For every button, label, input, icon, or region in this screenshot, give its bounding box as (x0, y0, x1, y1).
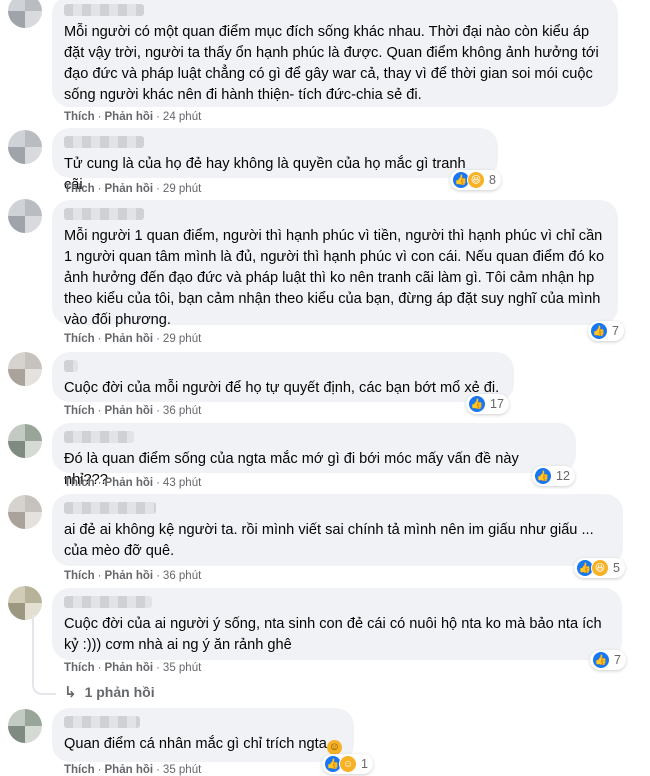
smile-icon: ☺ (339, 755, 357, 773)
comment-bubble: Mỗi người 1 quan điểm, người thì hạnh ph… (52, 200, 618, 328)
timestamp[interactable]: 24 phút (163, 111, 201, 123)
avatar[interactable] (8, 709, 42, 743)
haha-icon: 😆 (591, 559, 609, 577)
like-icon: 👍 (534, 467, 552, 485)
reaction-summary[interactable]: 👍 7 (588, 321, 624, 341)
reaction-summary[interactable]: 👍 ☺ 1 (322, 754, 373, 774)
like-link[interactable]: Thích (64, 333, 95, 345)
like-link[interactable]: Thích (64, 662, 95, 674)
avatar[interactable] (8, 352, 42, 386)
author-name-blurred[interactable] (64, 716, 140, 728)
avatar[interactable] (8, 130, 42, 164)
comment-actions: Thích · Phản hồi · 43 phút (64, 477, 202, 489)
like-link[interactable]: Thích (64, 477, 95, 489)
view-replies-link[interactable]: ↳ 1 phản hồi (64, 683, 155, 701)
reply-link[interactable]: Phản hồi (105, 764, 154, 776)
comment-actions: Thích · Phản hồi · 24 phút (64, 111, 202, 123)
reaction-count: 17 (490, 397, 504, 411)
smile-emoji-icon: ☺ (326, 740, 342, 755)
reaction-count: 5 (613, 561, 620, 575)
reply-link[interactable]: Phản hồi (105, 183, 154, 195)
like-link[interactable]: Thích (64, 764, 95, 776)
author-name-blurred[interactable] (64, 208, 144, 220)
author-name-blurred[interactable] (64, 4, 144, 16)
reaction-summary[interactable]: 👍 😆 5 (574, 558, 625, 578)
author-name-blurred[interactable] (64, 596, 152, 608)
timestamp[interactable]: 29 phút (163, 333, 201, 345)
comment-text: Cuộc đời của ai người ý sống, nta sinh c… (64, 616, 606, 653)
comment-bubble: Cuộc đời của mỗi người để họ tự quyết đị… (52, 352, 514, 402)
comment-bubble: Tử cung là của họ đẻ hay không là quyền … (52, 128, 498, 193)
avatar[interactable] (8, 0, 42, 28)
author-name-blurred[interactable] (64, 136, 144, 148)
avatar[interactable] (8, 424, 42, 458)
comment-text: Mỗi người 1 quan điểm, người thì hạnh ph… (64, 228, 609, 328)
reply-link[interactable]: Phản hồi (105, 333, 154, 345)
reaction-count: 7 (612, 324, 619, 338)
timestamp[interactable]: 36 phút (163, 405, 201, 417)
reply-link[interactable]: Phản hồi (105, 662, 154, 674)
timestamp[interactable]: 43 phút (163, 477, 201, 489)
comment-text: ai đẻ ai không kệ người ta. rồi mình viế… (64, 522, 598, 559)
like-link[interactable]: Thích (64, 570, 95, 582)
reaction-count: 7 (614, 653, 621, 667)
reply-link[interactable]: Phản hồi (105, 405, 154, 417)
reaction-count: 12 (556, 469, 570, 483)
comment-text: Quan điểm cá nhân mắc gì chỉ trích ngta ☺ (64, 736, 342, 755)
comment-bubble: Đó là quan điểm sống của ngta mắc mớ gì … (52, 423, 576, 488)
reaction-count: 8 (489, 173, 496, 187)
comment-text: Cuộc đời của mỗi người để họ tự quyết đị… (64, 380, 500, 396)
comment-actions: Thích · Phản hồi · 35 phút (64, 662, 202, 674)
reaction-summary[interactable]: 👍 7 (590, 650, 626, 670)
comment-actions: Thích · Phản hồi · 35 phút (64, 764, 202, 776)
reaction-summary[interactable]: 👍 12 (532, 466, 575, 486)
reaction-count: 1 (361, 757, 368, 771)
reply-link[interactable]: Phản hồi (105, 477, 154, 489)
author-name-blurred[interactable] (64, 502, 156, 514)
avatar[interactable] (8, 199, 42, 233)
comment-actions: Thích · Phản hồi · 29 phút (64, 333, 202, 345)
comment-bubble: Mỗi người có một quan điểm mục đích sống… (52, 0, 618, 107)
reply-link[interactable]: Phản hồi (105, 570, 154, 582)
avatar[interactable] (8, 495, 42, 529)
comment-actions: Thích · Phản hồi · 36 phút (64, 405, 202, 417)
comment-bubble: Quan điểm cá nhân mắc gì chỉ trích ngta ☺ (52, 708, 354, 762)
like-link[interactable]: Thích (64, 111, 95, 123)
comment-actions: Thích · Phản hồi · 29 phút (64, 183, 202, 195)
reaction-summary[interactable]: 👍 17 (466, 394, 509, 414)
timestamp[interactable]: 35 phút (163, 764, 201, 776)
like-link[interactable]: Thích (64, 183, 95, 195)
reply-arrow-icon: ↳ (64, 684, 77, 701)
like-icon: 👍 (592, 651, 610, 669)
replies-count-label: 1 phản hồi (84, 684, 155, 700)
comment-bubble: Cuộc đời của ai người ý sống, nta sinh c… (52, 588, 622, 660)
timestamp[interactable]: 36 phút (163, 570, 201, 582)
comment-actions: Thích · Phản hồi · 36 phút (64, 570, 202, 582)
haha-icon: 😆 (467, 171, 485, 189)
comment-text: Mỗi người có một quan điểm mục đích sống… (64, 24, 603, 103)
comment-bubble: ai đẻ ai không kệ người ta. rồi mình viế… (52, 494, 623, 566)
timestamp[interactable]: 29 phút (163, 183, 201, 195)
reaction-summary[interactable]: 👍 😆 8 (450, 170, 501, 190)
like-icon: 👍 (468, 395, 486, 413)
author-name-blurred[interactable] (64, 360, 78, 372)
like-icon: 👍 (590, 322, 608, 340)
author-name-blurred[interactable] (64, 431, 134, 443)
timestamp[interactable]: 35 phút (163, 662, 201, 674)
like-link[interactable]: Thích (64, 405, 95, 417)
reply-link[interactable]: Phản hồi (105, 111, 154, 123)
